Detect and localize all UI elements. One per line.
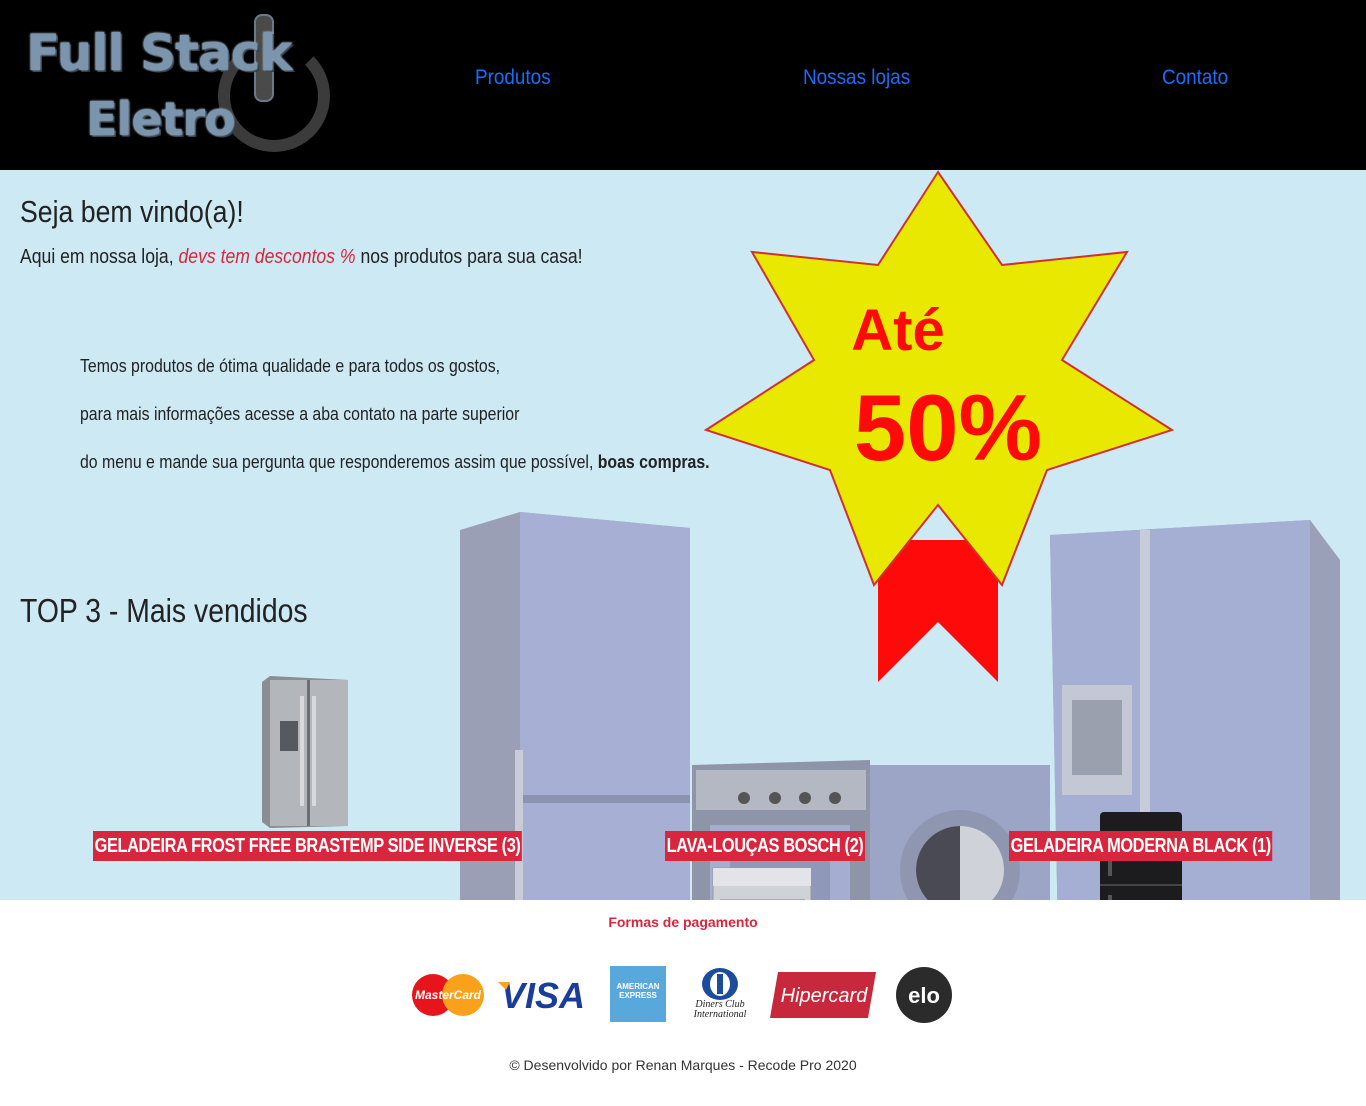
diners-club-icon: Diners Club International xyxy=(694,968,746,1020)
hipercard-icon: Hipercard xyxy=(770,972,876,1018)
site-header: Full Stack Eletro Produtos Nossas lojas … xyxy=(0,0,1366,170)
intro-text: Aqui em nossa loja, devs tem descontos %… xyxy=(20,246,583,269)
logo-line2: Eletro xyxy=(86,92,236,146)
logo-line1: Full Stack xyxy=(26,24,292,82)
intro-after: nos produtos para sua casa! xyxy=(355,246,583,268)
nav-link-nossas-lojas[interactable]: Nossas lojas xyxy=(803,66,910,90)
main-content: Até 50% Seja bem vindo(a)! Aqui em nossa… xyxy=(0,170,1366,900)
visa-icon: VISA xyxy=(498,975,585,1016)
desc-line-2: para mais informações acesse a aba conta… xyxy=(80,404,520,424)
svg-text:elo: elo xyxy=(908,983,940,1008)
badge-text-ate: Até xyxy=(851,298,944,363)
elo-icon: elo xyxy=(896,967,952,1023)
product-label-geladeira-black[interactable]: GELADEIRA MODERNA BLACK (1) xyxy=(1009,831,1273,861)
badge-text-percent: 50% xyxy=(854,375,1042,480)
top3-heading: TOP 3 - Mais vendidos xyxy=(20,592,308,629)
product-label-lava-loucas[interactable]: LAVA-LOUÇAS BOSCH (2) xyxy=(665,831,865,861)
payment-title: Formas de pagamento xyxy=(608,914,758,930)
desc-line-3: do menu e mande sua pergunta que respond… xyxy=(80,452,710,473)
amex-icon: AMERICAN EXPRESS xyxy=(610,966,666,1022)
intro-before: Aqui em nossa loja, xyxy=(20,246,179,268)
payment-methods: MasterCard VISA AMERICAN EXPRESS Diners … xyxy=(412,966,952,1023)
mastercard-icon: MasterCard xyxy=(412,974,484,1016)
svg-text:VISA: VISA xyxy=(501,975,585,1016)
copyright-text: © Desenvolvido por Renan Marques - Recod… xyxy=(509,1057,857,1073)
product-label-geladeira-brastemp[interactable]: GELADEIRA FROST FREE BRASTEMP SIDE INVER… xyxy=(93,831,523,861)
svg-text:Hipercard: Hipercard xyxy=(781,985,869,1007)
logo[interactable]: Full Stack Eletro xyxy=(20,10,330,160)
nav-link-produtos[interactable]: Produtos xyxy=(475,66,551,90)
desc-line-1: Temos produtos de ótima qualidade e para… xyxy=(80,356,501,376)
nav-link-contato[interactable]: Contato xyxy=(1162,66,1228,90)
svg-text:MasterCard: MasterCard xyxy=(415,988,482,1002)
desc-line-3-text: do menu e mande sua pergunta que respond… xyxy=(80,452,598,472)
discount-badge: Até 50% xyxy=(703,170,1175,682)
intro-highlight: devs tem descontos % xyxy=(178,246,356,268)
welcome-heading: Seja bem vindo(a)! xyxy=(20,194,244,229)
product-image-geladeira-brastemp[interactable] xyxy=(262,676,350,828)
desc-bold: boas compras. xyxy=(597,452,710,472)
